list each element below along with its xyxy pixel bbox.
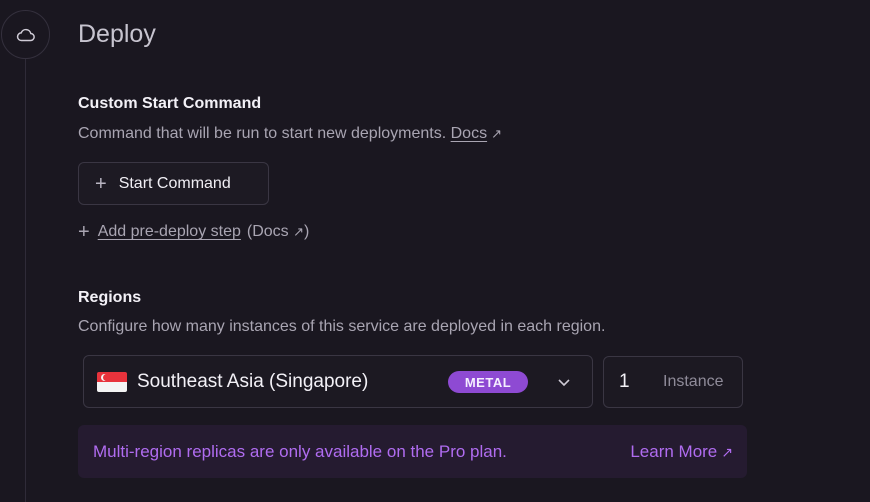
start-command-button[interactable]: + Start Command: [78, 162, 269, 205]
metal-badge: METAL: [448, 371, 528, 393]
docs-link[interactable]: Docs: [451, 125, 487, 142]
regions-heading: Regions: [78, 289, 142, 306]
add-predeploy-step: + Add pre-deploy step (Docs ↗): [78, 222, 309, 242]
timeline-rail: [25, 58, 26, 502]
plus-icon: +: [95, 172, 107, 195]
start-command-description: Command that will be run to start new de…: [78, 125, 502, 143]
instance-label: Instance: [663, 373, 724, 390]
singapore-flag-icon: [97, 371, 127, 392]
external-link-icon: ↗: [293, 224, 305, 239]
plus-icon: +: [78, 221, 90, 243]
start-command-heading: Custom Start Command: [78, 95, 262, 112]
add-predeploy-step-link[interactable]: Add pre-deploy step: [98, 223, 241, 241]
cloud-icon: [1, 10, 50, 59]
start-command-description-text: Command that will be run to start new de…: [78, 125, 447, 142]
instance-count-input[interactable]: 1 Instance: [603, 356, 743, 408]
learn-more-label: Learn More: [630, 441, 718, 461]
predeploy-docs-link[interactable]: (Docs ↗): [247, 223, 309, 241]
external-link-icon: ↗: [721, 443, 733, 460]
region-select[interactable]: Southeast Asia (Singapore) METAL: [83, 355, 593, 408]
region-name: Southeast Asia (Singapore): [137, 370, 369, 392]
predeploy-docs-close: ): [304, 223, 310, 240]
chevron-down-icon: [556, 374, 572, 395]
pro-plan-notice: Multi-region replicas are only available…: [78, 425, 747, 478]
start-command-button-label: Start Command: [118, 174, 231, 192]
section-title: Deploy: [78, 20, 156, 48]
deploy-settings-page: Deploy Custom Start Command Command that…: [0, 0, 870, 502]
external-link-icon: ↗: [491, 126, 502, 141]
predeploy-docs-label: (Docs: [246, 223, 289, 240]
regions-description: Configure how many instances of this ser…: [78, 318, 606, 335]
learn-more-link[interactable]: Learn More ↗: [630, 442, 733, 462]
instance-count-value: 1: [619, 371, 630, 392]
pro-plan-notice-text: Multi-region replicas are only available…: [93, 441, 507, 461]
